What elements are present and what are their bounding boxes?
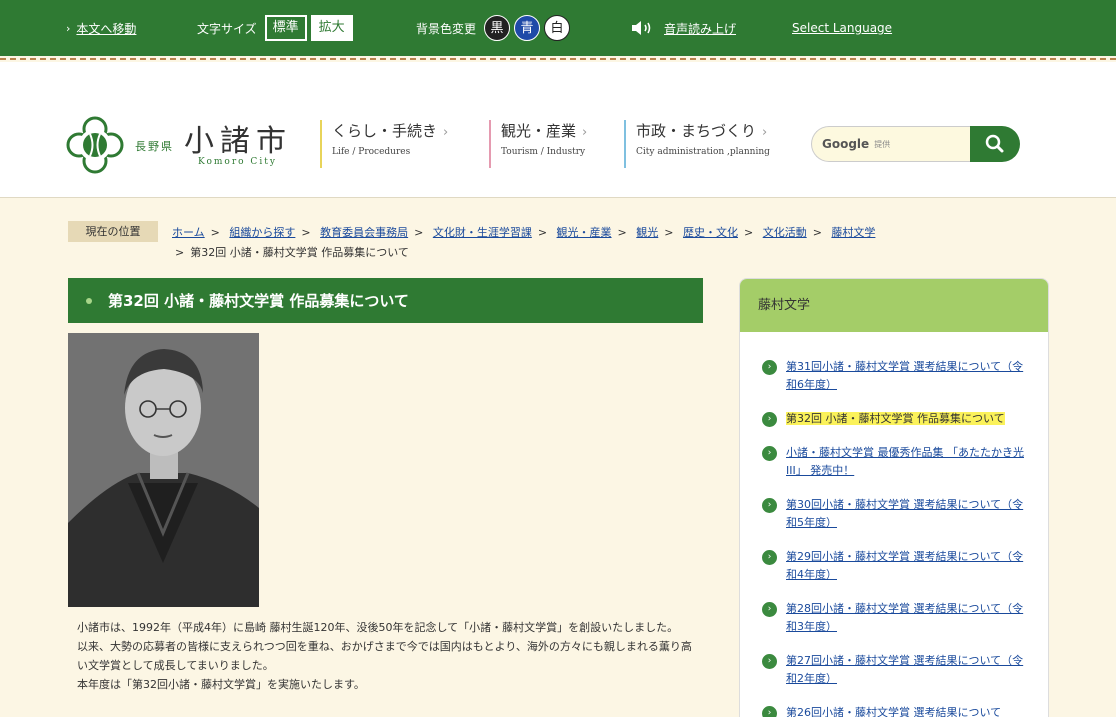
chevron-right-icon: › xyxy=(762,412,777,427)
breadcrumb-link[interactable]: 藤村文学 xyxy=(831,226,875,239)
skip-link[interactable]: 本文へ移動 xyxy=(76,20,136,37)
logo-city-name[interactable]: 小諸市 xyxy=(184,116,292,160)
breadcrumb-link[interactable]: 組織から探す xyxy=(229,226,295,239)
chevron-right-icon: › xyxy=(762,706,777,717)
font-standard-button[interactable]: 標準 xyxy=(264,15,307,41)
bg-color-label: 背景色変更 xyxy=(416,21,477,36)
chevron-right-icon: › xyxy=(762,446,777,461)
sidebar-current-label: 第32回 小諸・藤村文学賞 作品募集について xyxy=(786,412,1005,425)
site-header: 長野県 小諸市 Komoro City くらし・手続き › Life / Proc… xyxy=(0,62,1116,198)
page-title: 第32回 小諸・藤村文学賞 作品募集について xyxy=(68,278,703,323)
sidebar-item-current: › 第32回 小諸・藤村文学賞 作品募集について xyxy=(762,410,1030,428)
sidebar-item[interactable]: › 第27回小諸・藤村文学賞 選考結果について（令和2年度） xyxy=(762,652,1030,688)
article-body: 小諸市は、1992年（平成4年）に島崎 藤村生誕120年、没後50年を記念して「… xyxy=(77,618,697,694)
sidebar-item[interactable]: › 小諸・藤村文学賞 最優秀作品集 「あたたかき光III」 発売中！ xyxy=(762,444,1030,480)
dashed-divider xyxy=(0,58,1116,60)
gnav-city-label: 市政・まちづくり xyxy=(636,122,757,140)
font-size-label: 文字サイズ xyxy=(197,21,257,36)
breadcrumb-link[interactable]: ホーム xyxy=(172,226,205,239)
font-size-control: 文字サイズ 標準 拡大 xyxy=(197,0,353,56)
language-select[interactable]: Select Language xyxy=(792,0,892,56)
breadcrumb-label: 現在の位置 xyxy=(68,221,158,242)
voice-link[interactable]: 音声読み上げ xyxy=(664,20,736,37)
chevron-right-icon: › xyxy=(762,360,777,375)
gnav-life[interactable]: くらし・手続き › Life / Procedures xyxy=(320,120,448,168)
chevron-right-icon: › xyxy=(762,125,768,140)
language-link[interactable]: Select Language xyxy=(792,21,892,35)
voice-reader[interactable]: 音声読み上げ xyxy=(630,0,736,56)
font-large-button[interactable]: 拡大 xyxy=(310,15,353,41)
sidebar-item[interactable]: › 第29回小諸・藤村文学賞 選考結果について（令和4年度） xyxy=(762,548,1030,584)
chevron-right-icon: › xyxy=(762,498,777,513)
site-search: Google 提供 xyxy=(811,126,1020,162)
sidebar-link[interactable]: 第26回小諸・藤村文学賞 選考結果について xyxy=(786,706,1001,717)
search-button[interactable] xyxy=(970,126,1020,162)
search-icon xyxy=(985,134,1004,153)
gnav-city-en: City administration ,planning xyxy=(636,147,770,157)
search-provided: 提供 xyxy=(874,139,891,149)
gnav-city[interactable]: 市政・まちづくり › City administration ,planning xyxy=(624,120,770,168)
article-paragraph: 本年度は「第32回小諸・藤村文学賞」を実施いたします。 xyxy=(77,678,365,691)
gnav-tourism-en: Tourism / Industry xyxy=(501,147,586,157)
breadcrumb-current: 第32回 小諸・藤村文学賞 作品募集について xyxy=(190,246,409,259)
sidebar-item[interactable]: › 第28回小諸・藤村文学賞 選考結果について（令和3年度） xyxy=(762,600,1030,636)
chevron-right-icon: › xyxy=(443,125,449,140)
sidebar-link[interactable]: 第30回小諸・藤村文学賞 選考結果について（令和5年度） xyxy=(786,498,1023,529)
logo-city-en: Komoro City xyxy=(198,157,277,167)
breadcrumb-link[interactable]: 観光・産業 xyxy=(557,226,612,239)
search-input[interactable]: Google 提供 xyxy=(811,126,973,162)
article-paragraph: 小諸市は、1992年（平成4年）に島崎 藤村生誕120年、没後50年を記念して「… xyxy=(77,621,679,634)
sidebar-item[interactable]: › 第30回小諸・藤村文学賞 選考結果について（令和5年度） xyxy=(762,496,1030,532)
chevron-right-icon: › xyxy=(66,21,71,35)
bg-color-control: 背景色変更 黒 青 白 xyxy=(416,0,571,56)
page-title-text: 第32回 小諸・藤村文学賞 作品募集について xyxy=(108,292,409,310)
portrait-image xyxy=(68,333,259,607)
breadcrumb-link[interactable]: 観光 xyxy=(636,226,658,239)
article-paragraph: 以来、大勢の応募者の皆様に支えられつつ回を重ね、おかげさまで今では国内はもとより… xyxy=(77,640,692,672)
breadcrumb-link[interactable]: 歴史・文化 xyxy=(683,226,738,239)
speaker-icon xyxy=(632,21,651,35)
utility-bar: › 本文へ移動 文字サイズ 標準 拡大 背景色変更 黒 青 白 音声読み上げ S… xyxy=(0,0,1116,56)
sidebar-item[interactable]: › 第31回小諸・藤村文学賞 選考結果について（令和6年度） xyxy=(762,358,1030,394)
bg-blue-button[interactable]: 青 xyxy=(514,15,541,41)
skip-to-content[interactable]: › 本文へ移動 xyxy=(66,0,136,56)
sidebar-link[interactable]: 第29回小諸・藤村文学賞 選考結果について（令和4年度） xyxy=(786,550,1023,581)
search-brand: Google xyxy=(822,137,870,151)
sidebar-link[interactable]: 小諸・藤村文学賞 最優秀作品集 「あたたかき光III」 発売中！ xyxy=(786,446,1024,477)
chevron-right-icon: › xyxy=(582,125,588,140)
breadcrumb-link[interactable]: 文化財・生涯学習課 xyxy=(433,226,532,239)
city-emblem-icon[interactable] xyxy=(66,116,124,174)
gnav-life-label: くらし・手続き xyxy=(332,122,438,140)
sidebar-link[interactable]: 第31回小諸・藤村文学賞 選考結果について（令和6年度） xyxy=(786,360,1023,391)
breadcrumb: ホーム > 組織から探す > 教育委員会事務局 > 文化財・生涯学習課 > 観光・産業 >… xyxy=(172,226,876,259)
bg-white-button[interactable]: 白 xyxy=(544,15,571,41)
sidebar-title: 藤村文学 xyxy=(740,279,1048,332)
portrait-photo xyxy=(68,333,259,607)
gnav-tourism-label: 観光・産業 xyxy=(501,122,577,140)
sidebar: 藤村文学 › 第31回小諸・藤村文学賞 選考結果について（令和6年度） › 第32回… xyxy=(739,278,1049,717)
logo-prefecture: 長野県 xyxy=(135,140,174,153)
sidebar-link[interactable]: 第27回小諸・藤村文学賞 選考結果について（令和2年度） xyxy=(786,654,1023,685)
gnav-tourism[interactable]: 観光・産業 › Tourism / Industry xyxy=(489,120,587,168)
chevron-right-icon: › xyxy=(762,602,777,617)
sidebar-link[interactable]: 第28回小諸・藤村文学賞 選考結果について（令和3年度） xyxy=(786,602,1023,633)
title-bullet-icon xyxy=(86,297,92,304)
sidebar-list: › 第31回小諸・藤村文学賞 選考結果について（令和6年度） › 第32回 小諸・藤… xyxy=(740,332,1048,717)
gnav-life-en: Life / Procedures xyxy=(332,147,411,157)
chevron-right-icon: › xyxy=(762,654,777,669)
bg-black-button[interactable]: 黒 xyxy=(484,15,511,41)
breadcrumb-link[interactable]: 教育委員会事務局 xyxy=(320,226,408,239)
breadcrumb-link[interactable]: 文化活動 xyxy=(763,226,807,239)
sidebar-item[interactable]: › 第26回小諸・藤村文学賞 選考結果について xyxy=(762,704,1030,717)
chevron-right-icon: › xyxy=(762,550,777,565)
